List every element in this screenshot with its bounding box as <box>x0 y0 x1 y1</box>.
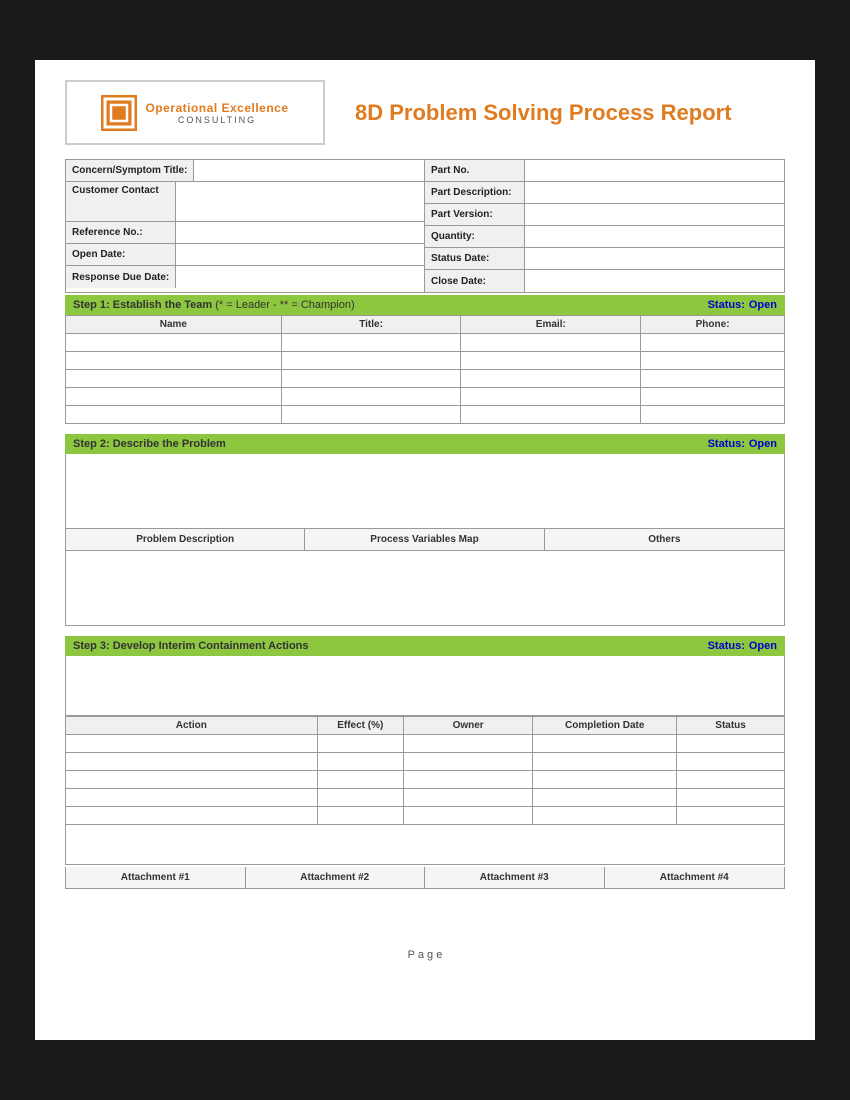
step1-status: Status:Open <box>704 299 777 311</box>
part-no-row: Part No. <box>425 160 784 182</box>
customer-contact-value[interactable] <box>176 182 424 221</box>
part-version-label: Part Version: <box>425 204 525 225</box>
logo-sub: CONSULTING <box>145 115 288 125</box>
attachment-1[interactable]: Attachment #1 <box>66 867 246 888</box>
logo-brand: Operational Excellence <box>145 101 288 115</box>
step2-header: Step 2: Describe the Problem Status:Open <box>65 434 785 454</box>
logo: Operational Excellence CONSULTING <box>65 80 325 145</box>
reference-row: Reference No.: <box>66 222 424 244</box>
step2-label: Step 2: Describe the Problem <box>73 438 226 450</box>
step3-status: Status:Open <box>704 640 777 652</box>
action-col-owner: Owner <box>403 717 532 735</box>
table-row <box>66 735 785 753</box>
table-row <box>66 370 785 388</box>
action-col-status: Status <box>677 717 785 735</box>
action-col-action: Action <box>66 717 318 735</box>
step3-section: Step 3: Develop Interim Containment Acti… <box>65 636 785 865</box>
open-date-value[interactable] <box>176 244 424 265</box>
page-footer: P a g e <box>65 949 785 961</box>
status-date-label: Status Date: <box>425 248 525 269</box>
part-no-value[interactable] <box>525 160 784 181</box>
table-row <box>66 789 785 807</box>
step1-label: Step 1: Establish the Team (* = Leader -… <box>73 299 355 311</box>
customer-contact-label: Customer Contact <box>66 182 176 221</box>
info-left: Concern/Symptom Title: Customer Contact … <box>66 160 425 292</box>
team-col-email: Email: <box>461 316 641 334</box>
table-row <box>66 807 785 825</box>
step3-content <box>65 656 785 716</box>
team-table: Name Title: Email: Phone: <box>65 315 785 424</box>
concern-value[interactable] <box>194 160 424 181</box>
action-col-effect: Effect (%) <box>317 717 403 735</box>
response-due-label: Response Due Date: <box>66 266 176 288</box>
step3-header: Step 3: Develop Interim Containment Acti… <box>65 636 785 656</box>
info-right: Part No. Part Description: Part Version:… <box>425 160 784 292</box>
part-desc-label: Part Description: <box>425 182 525 203</box>
report-page: Operational Excellence CONSULTING 8D Pro… <box>35 60 815 1040</box>
part-desc-row: Part Description: <box>425 182 784 204</box>
part-version-value[interactable] <box>525 204 784 225</box>
page-label: P a g e <box>408 949 443 961</box>
table-row <box>66 771 785 789</box>
status-date-row: Status Date: <box>425 248 784 270</box>
part-desc-value[interactable] <box>525 182 784 203</box>
reference-label: Reference No.: <box>66 222 176 243</box>
info-grid: Concern/Symptom Title: Customer Contact … <box>65 159 785 293</box>
reference-value[interactable] <box>176 222 424 243</box>
concern-row: Concern/Symptom Title: <box>66 160 424 182</box>
logo-icon <box>101 95 137 131</box>
customer-contact-row: Customer Contact <box>66 182 424 222</box>
tab-problem-description[interactable]: Problem Description <box>66 529 305 550</box>
tab-process-variables[interactable]: Process Variables Map <box>305 529 544 550</box>
part-version-row: Part Version: <box>425 204 784 226</box>
step1-header: Step 1: Establish the Team (* = Leader -… <box>65 295 785 315</box>
table-row <box>66 352 785 370</box>
part-no-label: Part No. <box>425 160 525 181</box>
table-row <box>66 406 785 424</box>
action-col-completion: Completion Date <box>533 717 677 735</box>
tab-others[interactable]: Others <box>545 529 784 550</box>
open-date-label: Open Date: <box>66 244 176 265</box>
quantity-label: Quantity: <box>425 226 525 247</box>
step2-status: Status:Open <box>704 438 777 450</box>
team-col-phone: Phone: <box>641 316 785 334</box>
response-due-row: Response Due Date: <box>66 266 424 288</box>
open-date-row: Open Date: <box>66 244 424 266</box>
report-title: 8D Problem Solving Process Report <box>355 100 732 126</box>
step2-tabs: Problem Description Process Variables Ma… <box>65 529 785 551</box>
close-date-row: Close Date: <box>425 270 784 292</box>
quantity-row: Quantity: <box>425 226 784 248</box>
team-col-title: Title: <box>281 316 461 334</box>
status-date-value[interactable] <box>525 248 784 269</box>
response-due-value[interactable] <box>176 266 424 288</box>
attachment-3[interactable]: Attachment #3 <box>425 867 605 888</box>
table-row <box>66 388 785 406</box>
step3-label: Step 3: Develop Interim Containment Acti… <box>73 640 309 652</box>
report-header: Operational Excellence CONSULTING 8D Pro… <box>65 80 785 145</box>
close-date-label: Close Date: <box>425 270 525 292</box>
table-row <box>66 334 785 352</box>
action-table: Action Effect (%) Owner Completion Date … <box>65 716 785 825</box>
close-date-value[interactable] <box>525 270 784 292</box>
team-col-name: Name <box>66 316 282 334</box>
attachments-row: Attachment #1 Attachment #2 Attachment #… <box>65 867 785 889</box>
step3-extra-content <box>65 825 785 865</box>
table-row <box>66 753 785 771</box>
attachment-4[interactable]: Attachment #4 <box>605 867 785 888</box>
step2-section: Step 2: Describe the Problem Status:Open… <box>65 434 785 626</box>
quantity-value[interactable] <box>525 226 784 247</box>
step2-content <box>65 454 785 529</box>
step2-detail-content <box>65 551 785 626</box>
concern-label: Concern/Symptom Title: <box>66 160 194 181</box>
attachment-2[interactable]: Attachment #2 <box>246 867 426 888</box>
